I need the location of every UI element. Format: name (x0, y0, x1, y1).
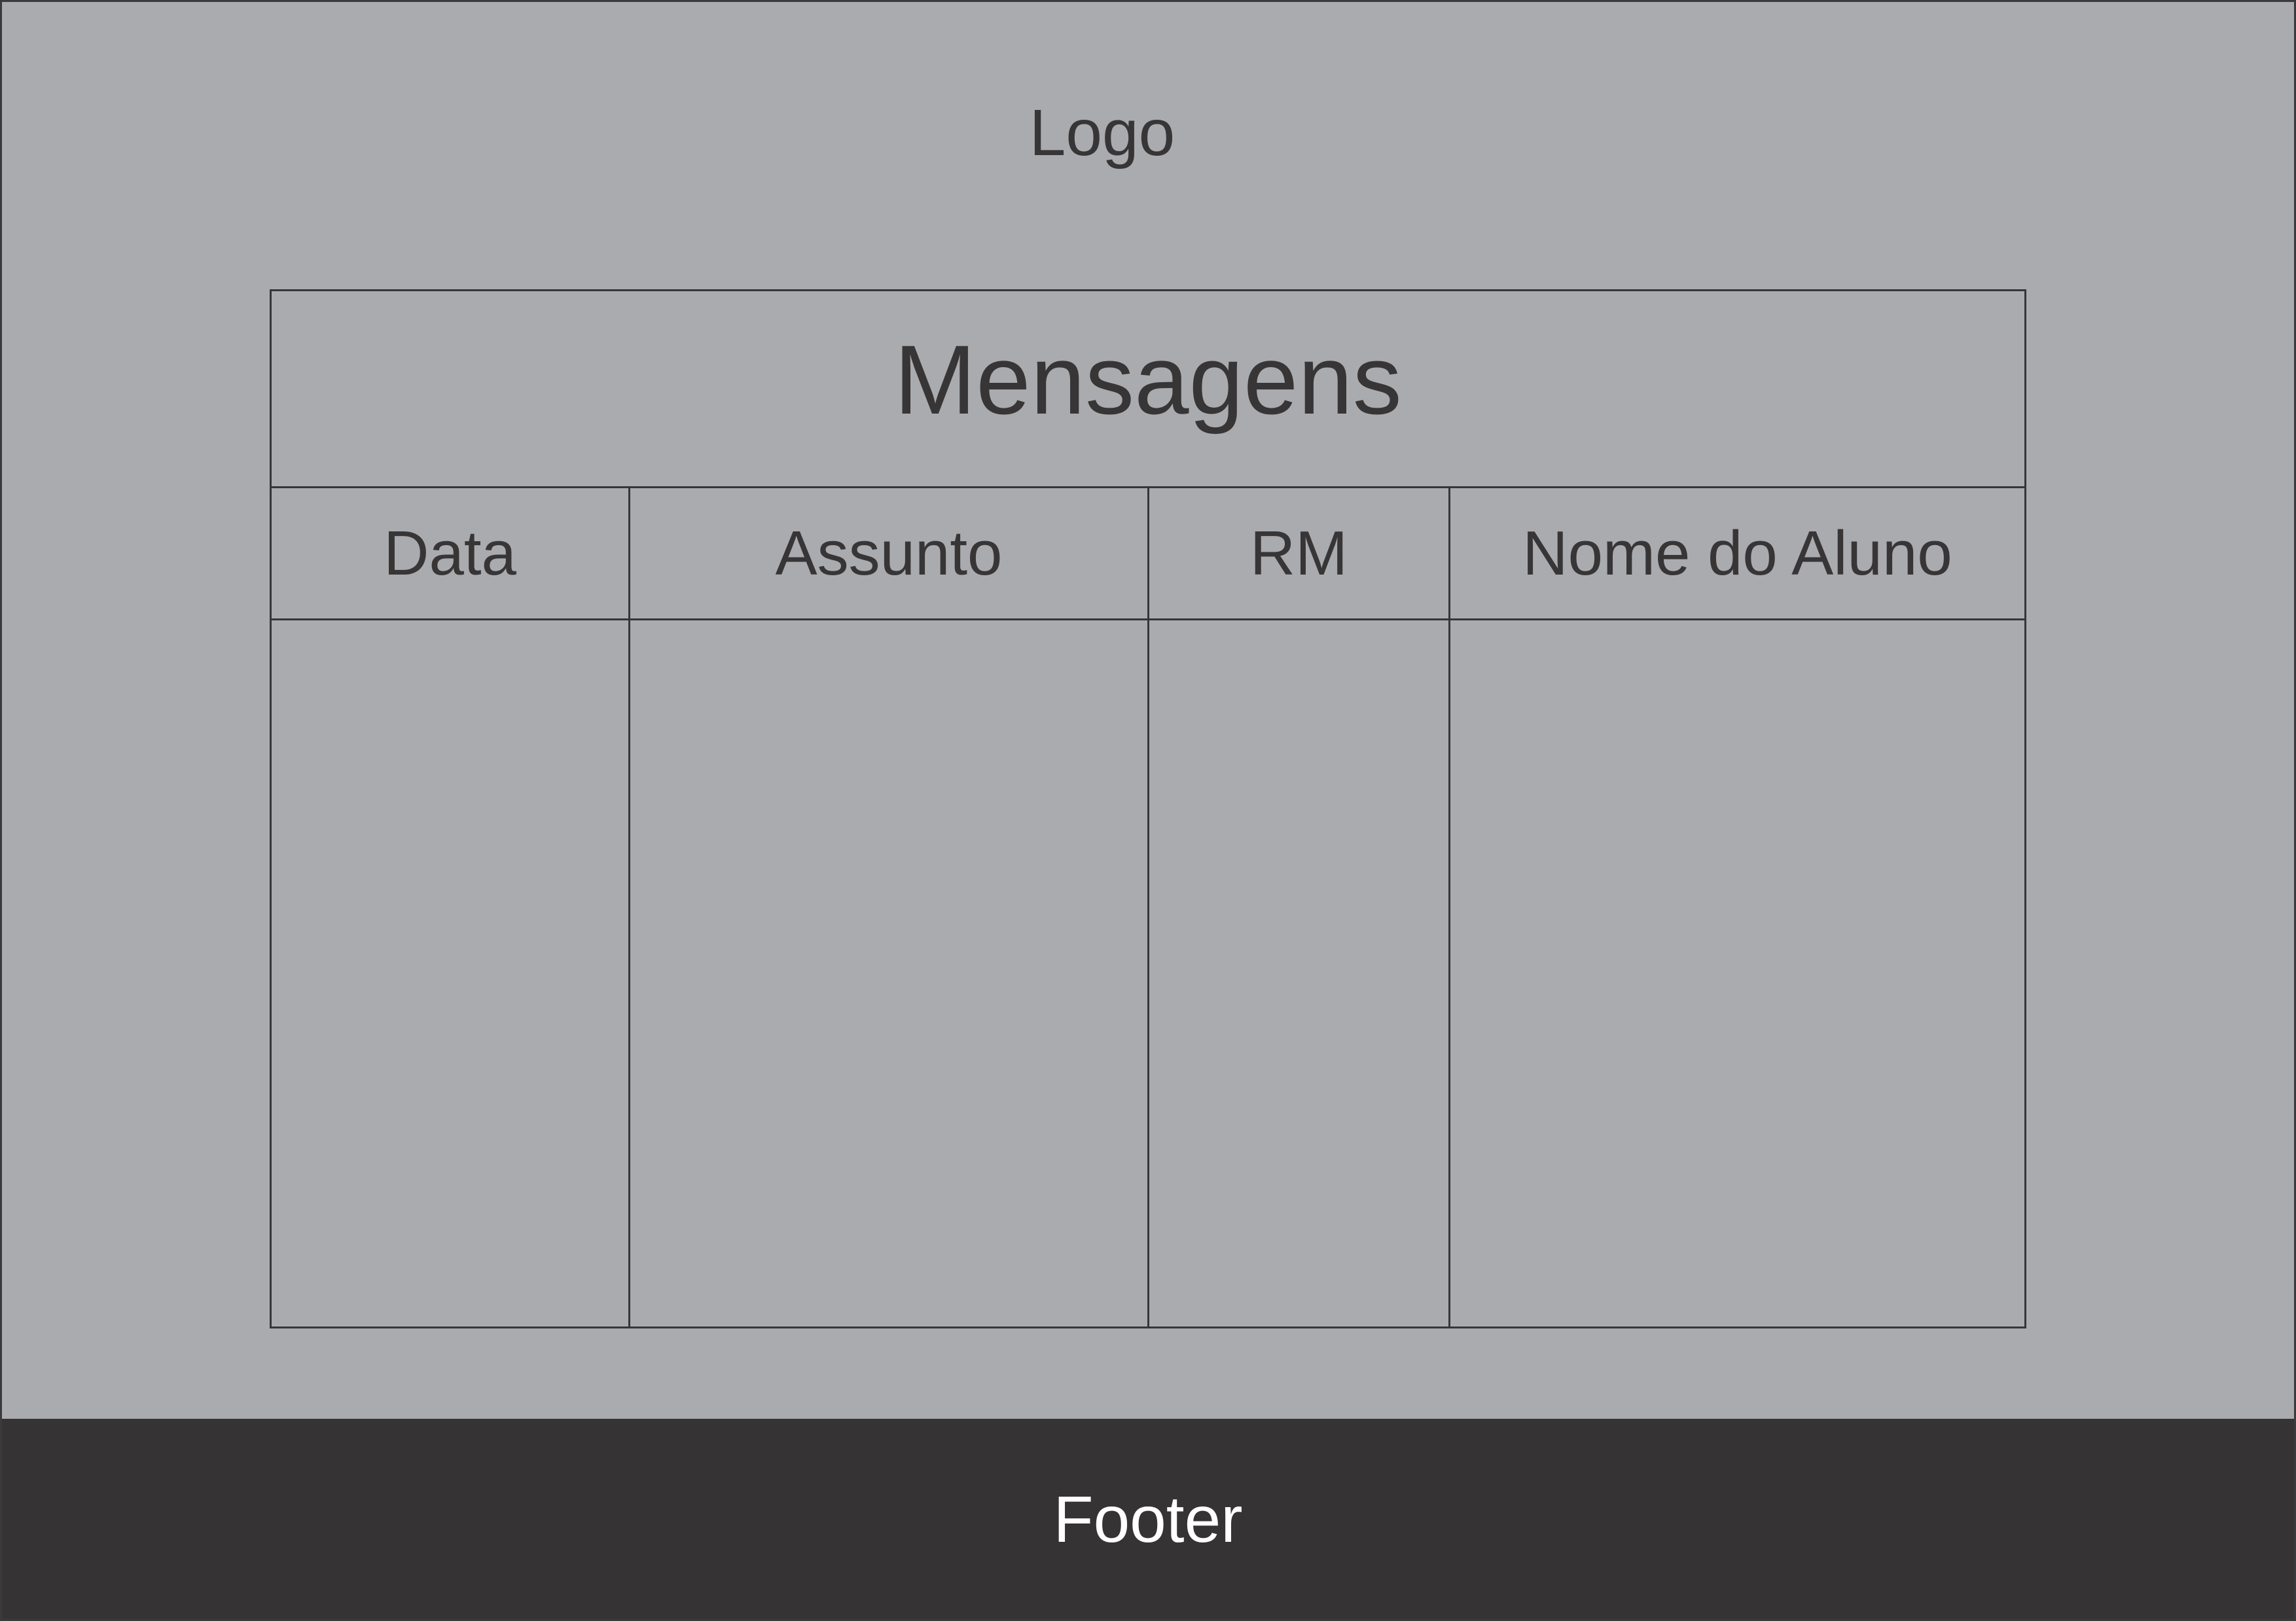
messages-table: Mensagens Data Assunto RM Nome do Aluno (270, 289, 2026, 1328)
column-header-nome-do-aluno[interactable]: Nome do Aluno (1450, 489, 2024, 618)
footer: Footer (0, 1419, 2296, 1621)
column-body-rm (1149, 622, 1448, 1327)
column-header-rm[interactable]: RM (1149, 489, 1448, 618)
column-header-assunto[interactable]: Assunto (630, 489, 1147, 618)
footer-text: Footer (1053, 1483, 1243, 1556)
column-body-assunto (630, 622, 1147, 1327)
logo: Logo (1029, 96, 1175, 169)
column-header-data[interactable]: Data (272, 489, 628, 618)
column-body-data (272, 622, 628, 1327)
table-title: Mensagens (894, 325, 1402, 435)
column-body-nome-do-aluno (1450, 622, 2024, 1327)
